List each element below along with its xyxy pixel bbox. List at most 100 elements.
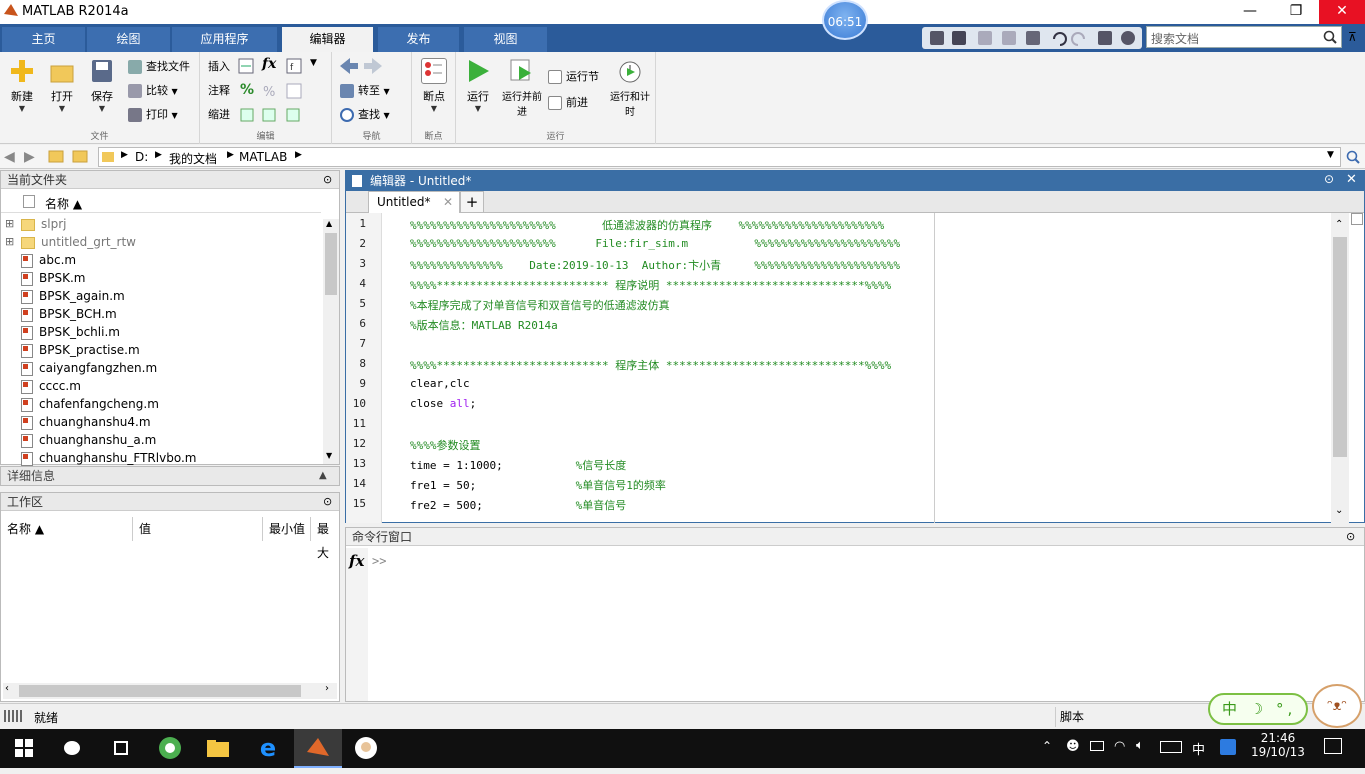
editor-scrollbar[interactable]: ⌃ ⌄ — [1331, 213, 1349, 523]
insert-function-icon[interactable]: fx — [262, 56, 276, 72]
workspace-hscrollbar[interactable]: ‹ › — [3, 683, 337, 699]
scroll-down-icon[interactable]: ▼ — [326, 451, 332, 460]
column-header[interactable]: 名称 ▲ — [1, 191, 321, 213]
back-arrow-icon[interactable] — [340, 58, 358, 77]
file-explorer-icon[interactable] — [194, 729, 242, 768]
panel-menu-icon[interactable]: ⊙ — [323, 173, 332, 186]
command-prompt[interactable]: >> — [372, 554, 386, 568]
path-drive[interactable]: D: — [135, 150, 148, 164]
goto-button[interactable]: 转至 ▼ — [340, 82, 390, 100]
code-line[interactable]: clear,clc — [410, 377, 470, 390]
file-item[interactable]: BPSK_BCH.m — [21, 305, 117, 323]
insert-dropdown-icon[interactable]: ▼ — [310, 58, 317, 68]
code-line[interactable]: %%%%%%%%%%%%%% Date:2019-10-13 Author:卞小… — [410, 257, 900, 273]
advance-button[interactable]: 前进 — [548, 94, 588, 112]
restore-button[interactable]: ❐ — [1273, 0, 1319, 24]
cortana-chat-icon[interactable] — [48, 729, 96, 768]
matlab-taskbar-icon[interactable] — [294, 729, 342, 768]
file-item[interactable]: chafenfangcheng.m — [21, 395, 159, 413]
split-editor-icon[interactable] — [1351, 213, 1363, 225]
scroll-thumb[interactable] — [325, 233, 337, 295]
ws-col-max[interactable]: 最大 — [311, 517, 339, 560]
code-line[interactable]: fre1 = 50; %单音信号1的频率 — [410, 477, 666, 493]
open-button[interactable]: 打开 ▼ — [42, 58, 82, 113]
keyboard-icon[interactable] — [1160, 741, 1182, 753]
save-button[interactable]: 保存 ▼ — [82, 58, 122, 113]
ime-toolbar[interactable]: 中 ☽ °, ✿ — [1208, 693, 1308, 746]
back-icon[interactable]: ◀ — [4, 149, 15, 165]
compare-button[interactable]: 比较 ▼ — [128, 82, 178, 100]
file-item[interactable]: BPSK_practise.m — [21, 341, 140, 359]
browse-folder-icon[interactable] — [72, 149, 88, 166]
ime-mascot-icon[interactable]: ᵔᴥᵔ — [1312, 684, 1362, 728]
expand-details-icon[interactable]: ▲ — [319, 467, 327, 485]
expand-folder-icon[interactable]: ⊞ — [5, 233, 14, 251]
name-column-header[interactable]: 名称 ▲ — [45, 195, 82, 212]
file-item[interactable]: chuanghanshu_FTRlvbo.m — [21, 449, 196, 467]
comment-button[interactable]: 注释 — [208, 82, 230, 100]
indent-button[interactable]: 缩进 — [208, 106, 230, 124]
tray-app-icon[interactable]: ☻ — [1066, 739, 1080, 754]
file-item[interactable]: caiyangfangzhen.m — [21, 359, 157, 377]
tab-close-icon[interactable]: ✕ — [443, 192, 453, 212]
quick-access-toolbar[interactable] — [922, 27, 1142, 49]
find-button[interactable]: 查找 ▼ — [340, 106, 390, 124]
volume-icon[interactable]: 🔈︎ — [1136, 738, 1144, 753]
path-dropdown-icon[interactable]: ▼ — [1327, 150, 1334, 160]
file-item[interactable]: BPSK.m — [21, 269, 85, 287]
run-and-time-button[interactable]: 运行和计时 — [608, 58, 652, 118]
code-line[interactable]: %%%%************************** 程序说明 ****… — [410, 277, 891, 293]
new-tab-button[interactable]: + — [460, 191, 484, 213]
ws-col-name[interactable]: 名称 ▲ — [1, 517, 133, 541]
expand-folder-icon[interactable]: ⊞ — [5, 215, 14, 233]
battery-icon[interactable] — [1090, 741, 1104, 751]
code-line[interactable]: %版本信息：MATLAB R2014a — [410, 317, 558, 333]
ws-col-value[interactable]: 值 — [133, 517, 263, 541]
scroll-down-icon[interactable]: ⌄ — [1335, 505, 1343, 516]
run-and-advance-button[interactable]: 运行并前进 — [500, 58, 544, 118]
insert-button[interactable]: 插入 — [208, 58, 230, 76]
qq-user-icon[interactable] — [342, 729, 390, 768]
windows-start-icon[interactable] — [0, 729, 48, 768]
command-window-menu-icon[interactable]: ⊙ — [1346, 530, 1355, 543]
code-line[interactable]: fre2 = 500; %单音信号 — [410, 497, 626, 513]
scroll-left-icon[interactable]: ‹ — [5, 683, 9, 694]
folder-item[interactable]: ⊞ untitled_grt_rtw — [5, 233, 136, 251]
file-item[interactable]: BPSK_again.m — [21, 287, 125, 305]
file-item[interactable]: abc.m — [21, 251, 76, 269]
ws-col-min[interactable]: 最小值 — [263, 517, 311, 541]
collapse-ribbon-icon[interactable]: ⊼ — [1348, 30, 1357, 44]
tab-apps[interactable]: 应用程序 — [172, 27, 278, 52]
file-item[interactable]: BPSK_bchli.m — [21, 323, 120, 341]
comment-percent-icon[interactable]: % — [240, 82, 254, 98]
close-button[interactable]: ✕ — [1319, 0, 1365, 24]
find-files-button[interactable]: 查找文件 — [128, 58, 190, 76]
file-item[interactable]: chuanghanshu4.m — [21, 413, 151, 431]
breakpoints-button[interactable]: 断点 ▼ — [414, 58, 454, 113]
insert-cell-icon[interactable]: f — [286, 58, 302, 77]
minimize-button[interactable]: — — [1227, 0, 1273, 24]
increase-indent-icon[interactable] — [262, 108, 276, 125]
file-item[interactable]: chuanghanshu_a.m — [21, 431, 156, 449]
up-folder-icon[interactable] — [48, 149, 64, 166]
path-search-icon[interactable] — [1346, 150, 1360, 164]
path-folder-docs[interactable]: 我的文档 — [169, 150, 217, 167]
fx-function-browser-icon[interactable]: fx — [349, 552, 364, 570]
path-folder-matlab[interactable]: MATLAB — [239, 150, 287, 164]
print-button[interactable]: 打印 ▼ — [128, 106, 178, 124]
decrease-indent-icon[interactable] — [286, 108, 300, 125]
editor-tab-untitled[interactable]: Untitled* ✕ — [368, 191, 460, 213]
editor-menu-icon[interactable]: ⊙ — [1324, 172, 1334, 186]
new-button[interactable]: 新建 ▼ — [2, 58, 42, 113]
code-line[interactable]: time = 1:1000; %信号长度 — [410, 457, 626, 473]
scroll-right-icon[interactable]: › — [325, 683, 329, 694]
uncomment-icon[interactable]: % — [262, 83, 278, 102]
editor-close-icon[interactable]: ✕ — [1346, 172, 1357, 187]
task-view-icon[interactable] — [96, 729, 144, 768]
folder-item[interactable]: ⊞ slprj — [5, 215, 66, 233]
tab-home[interactable]: 主页 — [2, 27, 86, 52]
hscroll-thumb[interactable] — [19, 685, 301, 697]
code-line[interactable]: %%%%************************** 程序主体 ****… — [410, 357, 891, 373]
search-docs-input[interactable]: 搜索文档 — [1146, 26, 1342, 48]
tray-expand-icon[interactable]: ⌃ — [1042, 739, 1052, 753]
